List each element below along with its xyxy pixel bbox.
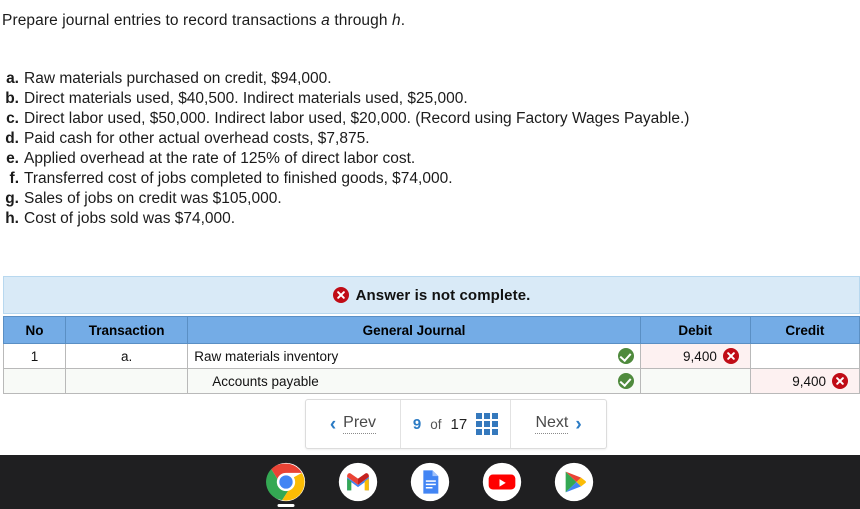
docs-glyph (410, 462, 450, 502)
banner-message: Answer is not complete. (355, 286, 531, 304)
list-item-label: h. (5, 210, 19, 227)
column-header-credit: Credit (749, 316, 860, 344)
play-store-app-icon[interactable] (552, 460, 596, 504)
list-item-text: Paid cash for other actual overhead cost… (24, 130, 370, 147)
cell-account[interactable]: Accounts payable (187, 368, 641, 394)
list-item-label: a. (6, 70, 19, 87)
question-prompt: Prepare journal entries to record transa… (2, 12, 405, 30)
table-row: 1 a. Raw materials inventory 9,400 (2, 343, 860, 369)
list-item: e. Applied overhead at the rate of 125% … (0, 150, 820, 170)
list-item-text: Transferred cost of jobs completed to fi… (24, 170, 453, 187)
debit-amount: 9,400 (683, 348, 717, 364)
prev-page-label: Prev (343, 414, 377, 434)
list-item-text: Applied overhead at the rate of 125% of … (24, 150, 416, 167)
list-item-text: Direct materials used, $40,500. Indirect… (24, 90, 468, 107)
cell-transaction[interactable]: a. (65, 343, 189, 369)
list-item-label: f. (9, 170, 19, 187)
list-item-text: Raw materials purchased on credit, $94,0… (24, 70, 332, 87)
list-item: g. Sales of jobs on credit was $105,000. (0, 190, 820, 210)
list-item: h. Cost of jobs sold was $74,000. (0, 210, 820, 230)
list-item: d. Paid cash for other actual overhead c… (0, 130, 820, 150)
cell-no (2, 368, 67, 394)
banner-content: Answer is not complete. (332, 286, 531, 304)
list-item-label: d. (5, 130, 19, 147)
chevron-left-icon: ‹ (329, 413, 337, 435)
total-page-count: 17 (450, 415, 468, 433)
prompt-italic-a: a (321, 12, 330, 29)
credit-amount: 9,400 (792, 373, 826, 389)
correct-check-icon (617, 373, 634, 389)
page-of-label: of (430, 416, 442, 432)
column-header-no: No (2, 316, 67, 344)
google-docs-app-icon[interactable] (408, 460, 452, 504)
list-item: a. Raw materials purchased on credit, $9… (0, 70, 820, 90)
gmail-glyph (338, 462, 378, 502)
prompt-text-middle: through (329, 12, 392, 29)
page-root: Prepare journal entries to record transa… (0, 0, 860, 509)
chromeos-shelf (0, 455, 860, 509)
cell-debit[interactable]: 9,400 (639, 343, 751, 369)
incorrect-x-icon (722, 348, 739, 364)
correct-check-icon (617, 348, 634, 364)
gmail-app-icon[interactable] (336, 460, 380, 504)
list-item-label: b. (5, 90, 19, 107)
list-item-text: Cost of jobs sold was $74,000. (24, 210, 236, 227)
youtube-glyph (482, 462, 522, 502)
cell-transaction[interactable] (65, 368, 189, 394)
account-name: Accounts payable (212, 373, 319, 389)
pagination-bar: ‹ Prev 9 of 17 Next › (305, 399, 607, 449)
incorrect-x-icon (832, 373, 848, 389)
list-item: f. Transferred cost of jobs completed to… (0, 170, 820, 190)
page-indicator: 9 of 17 (401, 400, 512, 448)
column-header-debit: Debit (639, 316, 751, 344)
cell-credit[interactable] (749, 343, 860, 369)
current-page-number: 9 (412, 415, 422, 433)
list-item-label: g. (5, 190, 19, 207)
cell-credit[interactable]: 9,400 (749, 368, 860, 394)
list-item: b. Direct materials used, $40,500. Indir… (0, 90, 820, 110)
next-page-button[interactable]: Next › (511, 400, 606, 448)
active-app-indicator (277, 504, 295, 507)
list-item-label: c. (6, 110, 19, 127)
play-store-glyph (554, 462, 594, 502)
next-page-label: Next (535, 414, 569, 434)
prompt-text-after: . (400, 12, 406, 29)
column-header-general-journal: General Journal (187, 316, 641, 344)
prompt-text-before: Prepare journal entries to record transa… (2, 12, 322, 29)
chrome-app-icon[interactable] (264, 460, 308, 507)
cell-debit[interactable] (639, 368, 751, 394)
cell-no: 1 (2, 343, 67, 369)
list-item: c. Direct labor used, $50,000. Indirect … (0, 110, 820, 130)
general-journal-table: No Transaction General Journal Debit Cre… (2, 316, 860, 394)
grid-view-icon[interactable] (476, 413, 499, 435)
error-x-icon (332, 286, 349, 303)
youtube-app-icon[interactable] (480, 460, 524, 504)
cell-account[interactable]: Raw materials inventory (187, 343, 641, 369)
prev-page-button[interactable]: ‹ Prev (306, 400, 401, 448)
table-header-row: No Transaction General Journal Debit Cre… (2, 316, 860, 344)
answer-status-banner: Answer is not complete. (3, 276, 860, 314)
table-row: Accounts payable 9,400 (2, 368, 860, 394)
account-name: Raw materials inventory (194, 348, 339, 364)
prompt-italic-h: h (392, 12, 401, 29)
chevron-right-icon: › (575, 413, 582, 435)
list-item-label: e. (6, 150, 19, 167)
chrome-glyph (266, 462, 306, 502)
list-item-text: Sales of jobs on credit was $105,000. (24, 190, 282, 207)
transaction-list: a. Raw materials purchased on credit, $9… (0, 70, 820, 230)
column-header-transaction: Transaction (65, 316, 189, 344)
list-item-text: Direct labor used, $50,000. Indirect lab… (24, 110, 690, 127)
